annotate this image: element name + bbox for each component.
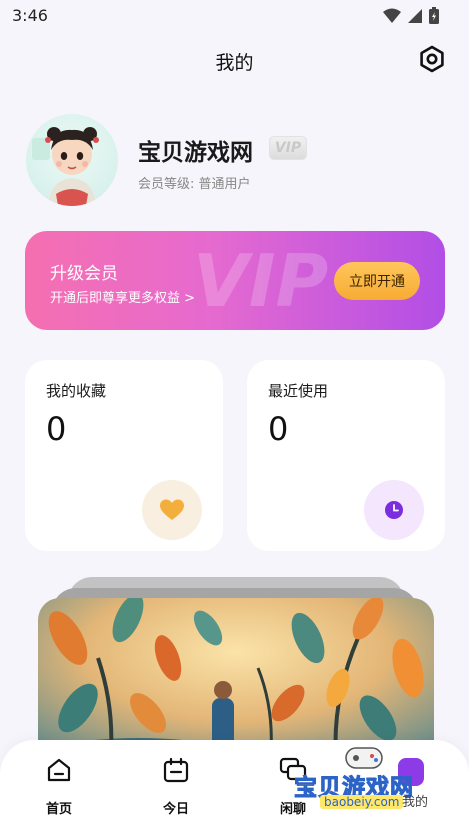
site-watermark: 宝贝游戏网 baobeiy.com 我的 bbox=[294, 744, 434, 826]
vip-upgrade-card[interactable]: VIP 升级会员 开通后即尊享更多权益 > 立即开通 bbox=[25, 231, 445, 330]
battery-icon bbox=[429, 7, 439, 24]
username: 宝贝游戏网 bbox=[138, 140, 253, 166]
favorites-icon-button[interactable] bbox=[142, 480, 202, 540]
nav-label-home: 首页 bbox=[45, 802, 72, 817]
gear-icon bbox=[420, 45, 444, 73]
avatar[interactable] bbox=[26, 114, 118, 206]
heart-icon bbox=[160, 499, 184, 520]
vip-badge: VIP bbox=[269, 136, 307, 160]
vip-watermark: VIP bbox=[193, 239, 329, 323]
vip-title: 升级会员 bbox=[50, 264, 118, 284]
favorites-count: 0 bbox=[46, 410, 67, 448]
signal-icon bbox=[408, 8, 422, 23]
home-icon bbox=[47, 758, 71, 782]
nav-label-mine: 我的 bbox=[401, 795, 428, 810]
recent-label: 最近使用 bbox=[268, 382, 329, 400]
nav-label-today: 今日 bbox=[162, 802, 189, 817]
vip-subtitle[interactable]: 开通后即尊享更多权益 > bbox=[50, 287, 195, 306]
status-bar: 3:46 bbox=[0, 0, 469, 32]
recent-card[interactable]: 最近使用 0 bbox=[247, 360, 445, 551]
nav-item-today[interactable]: 今日 bbox=[146, 756, 206, 817]
status-icons bbox=[383, 7, 439, 24]
favorites-card[interactable]: 我的收藏 0 bbox=[25, 360, 223, 551]
watermark-url: baobeiy.com bbox=[320, 795, 404, 809]
favorites-label: 我的收藏 bbox=[46, 382, 107, 400]
status-time: 3:46 bbox=[12, 6, 48, 25]
calendar-icon bbox=[163, 757, 189, 783]
gamepad-icon bbox=[345, 747, 383, 769]
page-title: 我的 bbox=[215, 52, 254, 74]
clock-icon bbox=[385, 501, 403, 519]
settings-button[interactable] bbox=[417, 44, 447, 74]
recent-icon-button[interactable] bbox=[364, 480, 424, 540]
nav-item-home[interactable]: 首页 bbox=[29, 756, 89, 817]
avatar-illustration bbox=[32, 127, 99, 206]
activate-vip-button[interactable]: 立即开通 bbox=[334, 262, 420, 300]
member-level: 会员等级: 普通用户 bbox=[138, 177, 251, 192]
wifi-icon bbox=[383, 8, 401, 23]
recent-count: 0 bbox=[268, 410, 289, 448]
